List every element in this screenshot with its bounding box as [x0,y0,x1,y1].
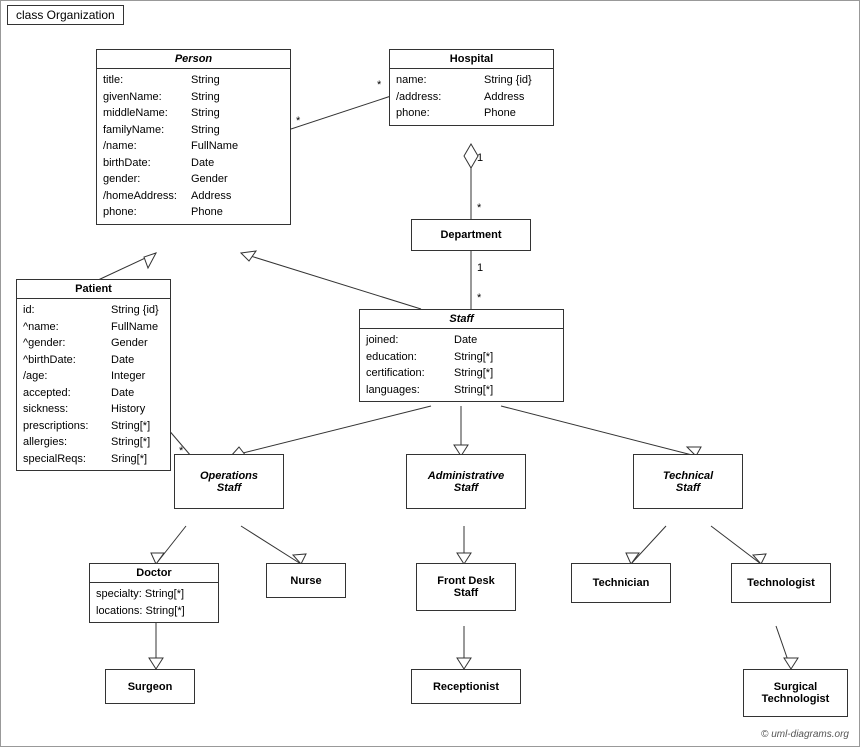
hospital-header: Hospital [390,50,553,69]
receptionist-class: Receptionist [411,669,521,704]
doctor-body: specialty: String[*] locations: String[*… [90,583,218,622]
nurse-class: Nurse [266,563,346,598]
doctor-class: Doctor specialty: String[*] locations: S… [89,563,219,623]
department-class: Department [411,219,531,251]
staff-body: joined:Date education:String[*] certific… [360,329,563,401]
operations-staff-class: OperationsStaff [174,454,284,509]
hospital-body: name:String {id} /address:Address phone:… [390,69,553,125]
diagram-container: class Organization * * 1 * 1 * [0,0,860,747]
copyright: © uml-diagrams.org [761,729,849,740]
svg-text:*: * [477,292,482,304]
hospital-class: Hospital name:String {id} /address:Addre… [389,49,554,126]
technical-staff-class: TechnicalStaff [633,454,743,509]
svg-text:*: * [377,79,382,91]
technologist-class: Technologist [731,563,831,603]
svg-text:*: * [296,115,301,127]
svg-text:1: 1 [477,262,483,274]
doctor-header: Doctor [90,564,218,583]
patient-body: id:String {id} ^name:FullName ^gender:Ge… [17,299,170,470]
person-body: title:String givenName:String middleName… [97,69,290,224]
patient-header: Patient [17,280,170,299]
surgical-technologist-class: SurgicalTechnologist [743,669,848,717]
staff-class: Staff joined:Date education:String[*] ce… [359,309,564,402]
person-header: Person [97,50,290,69]
front-desk-class: Front DeskStaff [416,563,516,611]
admin-staff-class: AdministrativeStaff [406,454,526,509]
staff-header: Staff [360,310,563,329]
svg-text:*: * [477,202,482,214]
diagram-title: class Organization [7,5,124,25]
patient-class: Patient id:String {id} ^name:FullName ^g… [16,279,171,471]
surgeon-class: Surgeon [105,669,195,704]
svg-text:1: 1 [477,152,483,164]
person-class: Person title:String givenName:String mid… [96,49,291,225]
technician-class: Technician [571,563,671,603]
